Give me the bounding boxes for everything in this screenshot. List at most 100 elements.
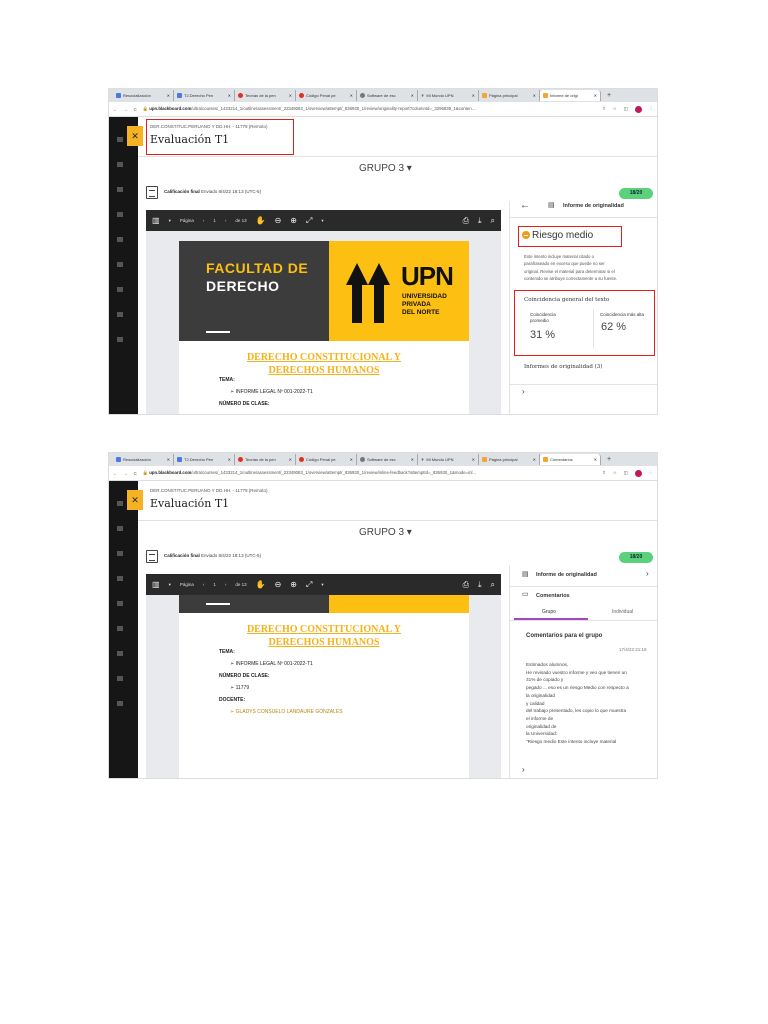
page-header: DER.CONSTITUC.PERUANO Y DD.HH. - 11779 (… <box>146 483 294 519</box>
course-name: DER.CONSTITUC.PERUANO Y DD.HH. - 11779 (… <box>150 488 268 493</box>
pdf-toolbar: ▥ ▾ Página ‹ 1 › de 13 ✋ ⊖ ⊕ ⤢ ▾ ⎙ ⤓ ⌕ <box>146 574 501 595</box>
reload-icon[interactable]: C <box>134 107 137 112</box>
forward-icon[interactable]: → <box>123 471 127 476</box>
close-button[interactable]: ✕ <box>127 490 143 510</box>
avg-match-value: 31 % <box>530 329 556 341</box>
left-sidebar <box>109 117 138 414</box>
share-icon[interactable]: ⇧ <box>602 106 606 112</box>
browser-tab[interactable]: Teorías de la pen ✕ <box>235 454 296 465</box>
browser-tab[interactable]: Software de esc ✕ <box>357 90 418 101</box>
search-icon[interactable]: ⌕ <box>491 580 495 590</box>
browser-tab[interactable]: Página principal ✕ <box>479 90 540 101</box>
comments-title: Comentarios <box>536 593 570 599</box>
forward-icon[interactable]: → <box>123 107 127 112</box>
reload-icon[interactable]: C <box>134 471 137 476</box>
browser-tab[interactable]: Resocialización ✕ <box>113 90 174 101</box>
menu-icon[interactable]: ⋮ <box>649 470 653 476</box>
star-icon[interactable]: ☆ <box>613 106 617 112</box>
pdf-page: FACULTAD DEDERECHO UPN UNIVERSIDADPRIVAD… <box>179 241 469 414</box>
star-icon[interactable]: ☆ <box>613 470 617 476</box>
zoom-out-icon[interactable]: ⊖ <box>275 580 282 589</box>
share-icon[interactable]: ⇧ <box>602 470 606 476</box>
new-tab-button[interactable]: + <box>607 92 611 99</box>
address-bar[interactable]: ← → C 🔒 upn.blackboard.com/ultra/courses/_… <box>109 102 657 117</box>
browser-tab-active[interactable]: Comentarios ✕ <box>540 454 601 465</box>
print-icon[interactable]: ⎙ <box>463 216 469 226</box>
document-title: DERECHO CONSTITUCIONAL Y DERECHOS HUMANOS <box>246 624 402 648</box>
tab-group[interactable]: Grupo <box>542 609 556 615</box>
screenshot-originality-report: Resocialización ✕ T2.Derecho Pen ✕ Teorías… <box>108 88 658 415</box>
sidebar-toggle-icon[interactable]: ▥ <box>152 216 160 225</box>
browser-tab[interactable]: T2.Derecho Pen ✕ <box>174 90 235 101</box>
new-tab-button[interactable]: + <box>607 456 611 463</box>
browser-tab[interactable]: Teorías de la pen ✕ <box>235 90 296 101</box>
page-total: de 13 <box>235 582 247 587</box>
docente-label: DOCENTE: <box>219 697 246 703</box>
tab-individual[interactable]: Individual <box>612 609 633 615</box>
reports-link[interactable]: Informes de originalidad (3) <box>524 364 602 370</box>
sidepanel-icon[interactable]: ◫ <box>624 106 628 112</box>
tab-label: T2.Derecho Pen <box>184 457 214 462</box>
download-icon[interactable]: ⤓ <box>478 580 482 590</box>
pdf-viewer[interactable]: FACULTAD DEDERECHO UPN UNIVERSIDADPRIVAD… <box>146 595 501 778</box>
browser-tab-bar: Resocialización ✕ T2.Derecho Pen ✕ Teorías… <box>109 89 657 102</box>
print-icon[interactable]: ⎙ <box>463 580 469 590</box>
sidebar-toggle-icon[interactable]: ▥ <box>152 580 160 589</box>
zoom-in-icon[interactable]: ⊕ <box>290 580 297 589</box>
tab-label: Código Penal pe <box>306 93 336 98</box>
url-text[interactable]: 🔒 upn.blackboard.com/ultra/courses/_1433… <box>143 106 475 112</box>
tab-label: Informe de origi <box>550 93 578 98</box>
risk-icon <box>522 231 530 240</box>
faculty-title: FACULTAD DE DERECHO <box>206 260 309 294</box>
expand-chevron-icon[interactable]: › <box>522 387 525 396</box>
close-button[interactable]: ✕ <box>127 126 143 146</box>
browser-tab[interactable]: ✝ Mi Mundo UPN ✕ <box>418 90 479 101</box>
tab-label: Software de esc <box>367 457 396 462</box>
back-arrow-icon[interactable]: ← <box>520 200 530 211</box>
zoom-in-icon[interactable]: ⊕ <box>290 216 297 225</box>
group-selector[interactable]: GRUPO 3 ▾ <box>359 163 412 174</box>
browser-tab[interactable]: Página principal ✕ <box>479 454 540 465</box>
url-text[interactable]: 🔒 upn.blackboard.com/ultra/courses/_1433… <box>143 470 476 476</box>
zoom-out-icon[interactable]: ⊖ <box>275 216 282 225</box>
cover-banner: FACULTAD DEDERECHO UPN UNIVERSIDADPRIVAD… <box>179 595 469 613</box>
page-number[interactable]: 1 <box>213 218 216 223</box>
avatar[interactable] <box>634 105 642 113</box>
browser-tab-active[interactable]: Informe de origi ✕ <box>540 90 601 101</box>
tab-label: Código Penal pe <box>306 457 336 462</box>
back-icon[interactable]: ← <box>113 471 117 476</box>
pdf-toolbar: ▥ ▾ Página ‹ 1 › de 13 ✋ ⊖ ⊕ ⤢ ▾ ⎙ ⤓ ⌕ <box>146 210 501 231</box>
browser-tab[interactable]: Código Penal pe ✕ <box>296 90 357 101</box>
browser-tab[interactable]: Resocialización ✕ <box>113 454 174 465</box>
report-icon: ▤ <box>522 571 529 578</box>
search-icon[interactable]: ⌕ <box>491 216 495 226</box>
fit-icon[interactable]: ⤢ <box>306 216 312 226</box>
comments-heading: Comentarios para el grupo <box>526 633 603 639</box>
browser-tab-bar: Resocialización ✕ T2.Derecho Pen ✕ Teorías… <box>109 453 657 466</box>
tab-label: Mi Mundo UPN <box>426 93 454 98</box>
browser-tab[interactable]: Software de esc ✕ <box>357 454 418 465</box>
score-badge: 18/20 <box>619 552 653 563</box>
expand-chevron-icon[interactable]: › <box>522 765 525 774</box>
browser-tab[interactable]: ✝ Mi Mundo UPN ✕ <box>418 454 479 465</box>
grade-icon <box>146 186 158 199</box>
address-bar[interactable]: ← → C 🔒 upn.blackboard.com/ultra/courses/_… <box>109 466 657 481</box>
score-badge: 18/20 <box>619 188 653 199</box>
download-icon[interactable]: ⤓ <box>478 216 482 226</box>
panel-title: Informe de originalidad <box>563 203 624 209</box>
tema-value: ➢ INFORME LEGAL Nº 001-2022-T1 <box>230 661 313 667</box>
browser-tab[interactable]: T2.Derecho Pen ✕ <box>174 454 235 465</box>
hand-icon[interactable]: ✋ <box>256 216 266 225</box>
page-title: Evaluación T1 <box>150 133 230 146</box>
clase-label: NÚMERO DE CLASE: <box>219 401 270 407</box>
page-number[interactable]: 1 <box>213 582 216 587</box>
avatar[interactable] <box>634 469 642 477</box>
hand-icon[interactable]: ✋ <box>256 580 266 589</box>
back-icon[interactable]: ← <box>113 107 117 112</box>
menu-icon[interactable]: ⋮ <box>649 106 653 112</box>
fit-icon[interactable]: ⤢ <box>306 580 312 590</box>
pdf-viewer[interactable]: FACULTAD DEDERECHO UPN UNIVERSIDADPRIVAD… <box>146 231 501 414</box>
sidepanel-icon[interactable]: ◫ <box>624 470 628 476</box>
group-selector[interactable]: GRUPO 3 ▾ <box>359 527 412 538</box>
browser-tab[interactable]: Código Penal pe ✕ <box>296 454 357 465</box>
